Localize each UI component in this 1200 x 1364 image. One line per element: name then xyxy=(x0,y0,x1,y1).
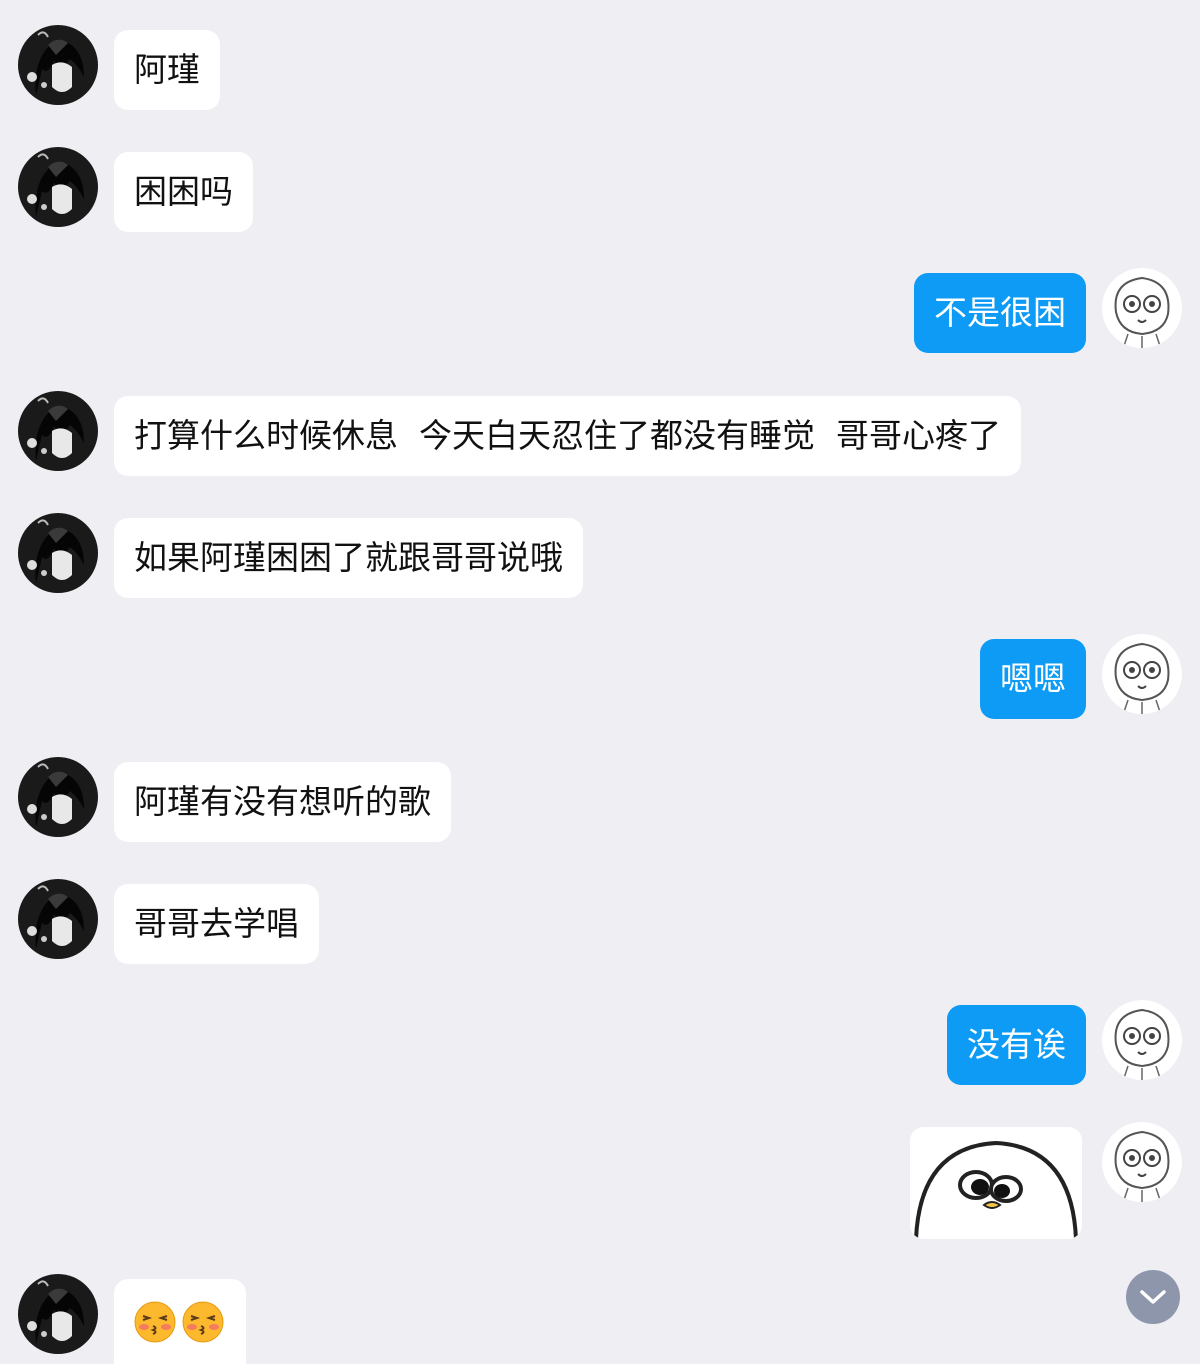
self-avatar[interactable] xyxy=(1102,1122,1182,1202)
kissing-blushing-emoji-icon xyxy=(182,1301,224,1342)
sketch-face-avatar-icon xyxy=(1102,1000,1182,1080)
incoming-message-bubble[interactable]: 打算什么时候休息 今天白天忍住了都没有睡觉 哥哥心疼了 xyxy=(114,396,1021,476)
contact-avatar[interactable] xyxy=(18,147,98,227)
contact-avatar[interactable] xyxy=(18,757,98,837)
outgoing-message-bubble[interactable]: 没有诶 xyxy=(947,1005,1086,1085)
dark-anime-avatar-icon xyxy=(18,391,98,471)
incoming-message-bubble[interactable]: 困困吗 xyxy=(114,152,253,232)
chevron-down-icon xyxy=(1140,1290,1166,1304)
sticker-image xyxy=(910,1127,1082,1239)
incoming-emoji-bubble[interactable] xyxy=(114,1279,246,1364)
sketch-face-avatar-icon xyxy=(1102,634,1182,714)
incoming-message-bubble[interactable]: 哥哥去学唱 xyxy=(114,884,319,964)
scroll-to-bottom-button[interactable] xyxy=(1126,1270,1180,1324)
self-avatar[interactable] xyxy=(1102,634,1182,714)
contact-avatar[interactable] xyxy=(18,879,98,959)
self-avatar[interactable] xyxy=(1102,1000,1182,1080)
dark-anime-avatar-icon xyxy=(18,757,98,837)
self-avatar[interactable] xyxy=(1102,268,1182,348)
dark-anime-avatar-icon xyxy=(18,879,98,959)
incoming-message-bubble[interactable]: 阿瑾 xyxy=(114,30,220,110)
white-blob-eyes-sticker[interactable] xyxy=(910,1127,1082,1239)
contact-avatar[interactable] xyxy=(18,391,98,471)
kissing-blushing-emoji-icon xyxy=(134,1301,176,1342)
contact-avatar[interactable] xyxy=(18,513,98,593)
contact-avatar[interactable] xyxy=(18,1274,98,1354)
dark-anime-avatar-icon xyxy=(18,513,98,593)
contact-avatar[interactable] xyxy=(18,25,98,105)
outgoing-message-bubble[interactable]: 不是很困 xyxy=(914,273,1086,353)
incoming-message-bubble[interactable]: 如果阿瑾困困了就跟哥哥说哦 xyxy=(114,518,583,598)
dark-anime-avatar-icon xyxy=(18,1274,98,1354)
sketch-face-avatar-icon xyxy=(1102,1122,1182,1202)
dark-anime-avatar-icon xyxy=(18,25,98,105)
sketch-face-avatar-icon xyxy=(1102,268,1182,348)
incoming-message-bubble[interactable]: 阿瑾有没有想听的歌 xyxy=(114,762,451,842)
dark-anime-avatar-icon xyxy=(18,147,98,227)
outgoing-message-bubble[interactable]: 嗯嗯 xyxy=(980,639,1086,719)
